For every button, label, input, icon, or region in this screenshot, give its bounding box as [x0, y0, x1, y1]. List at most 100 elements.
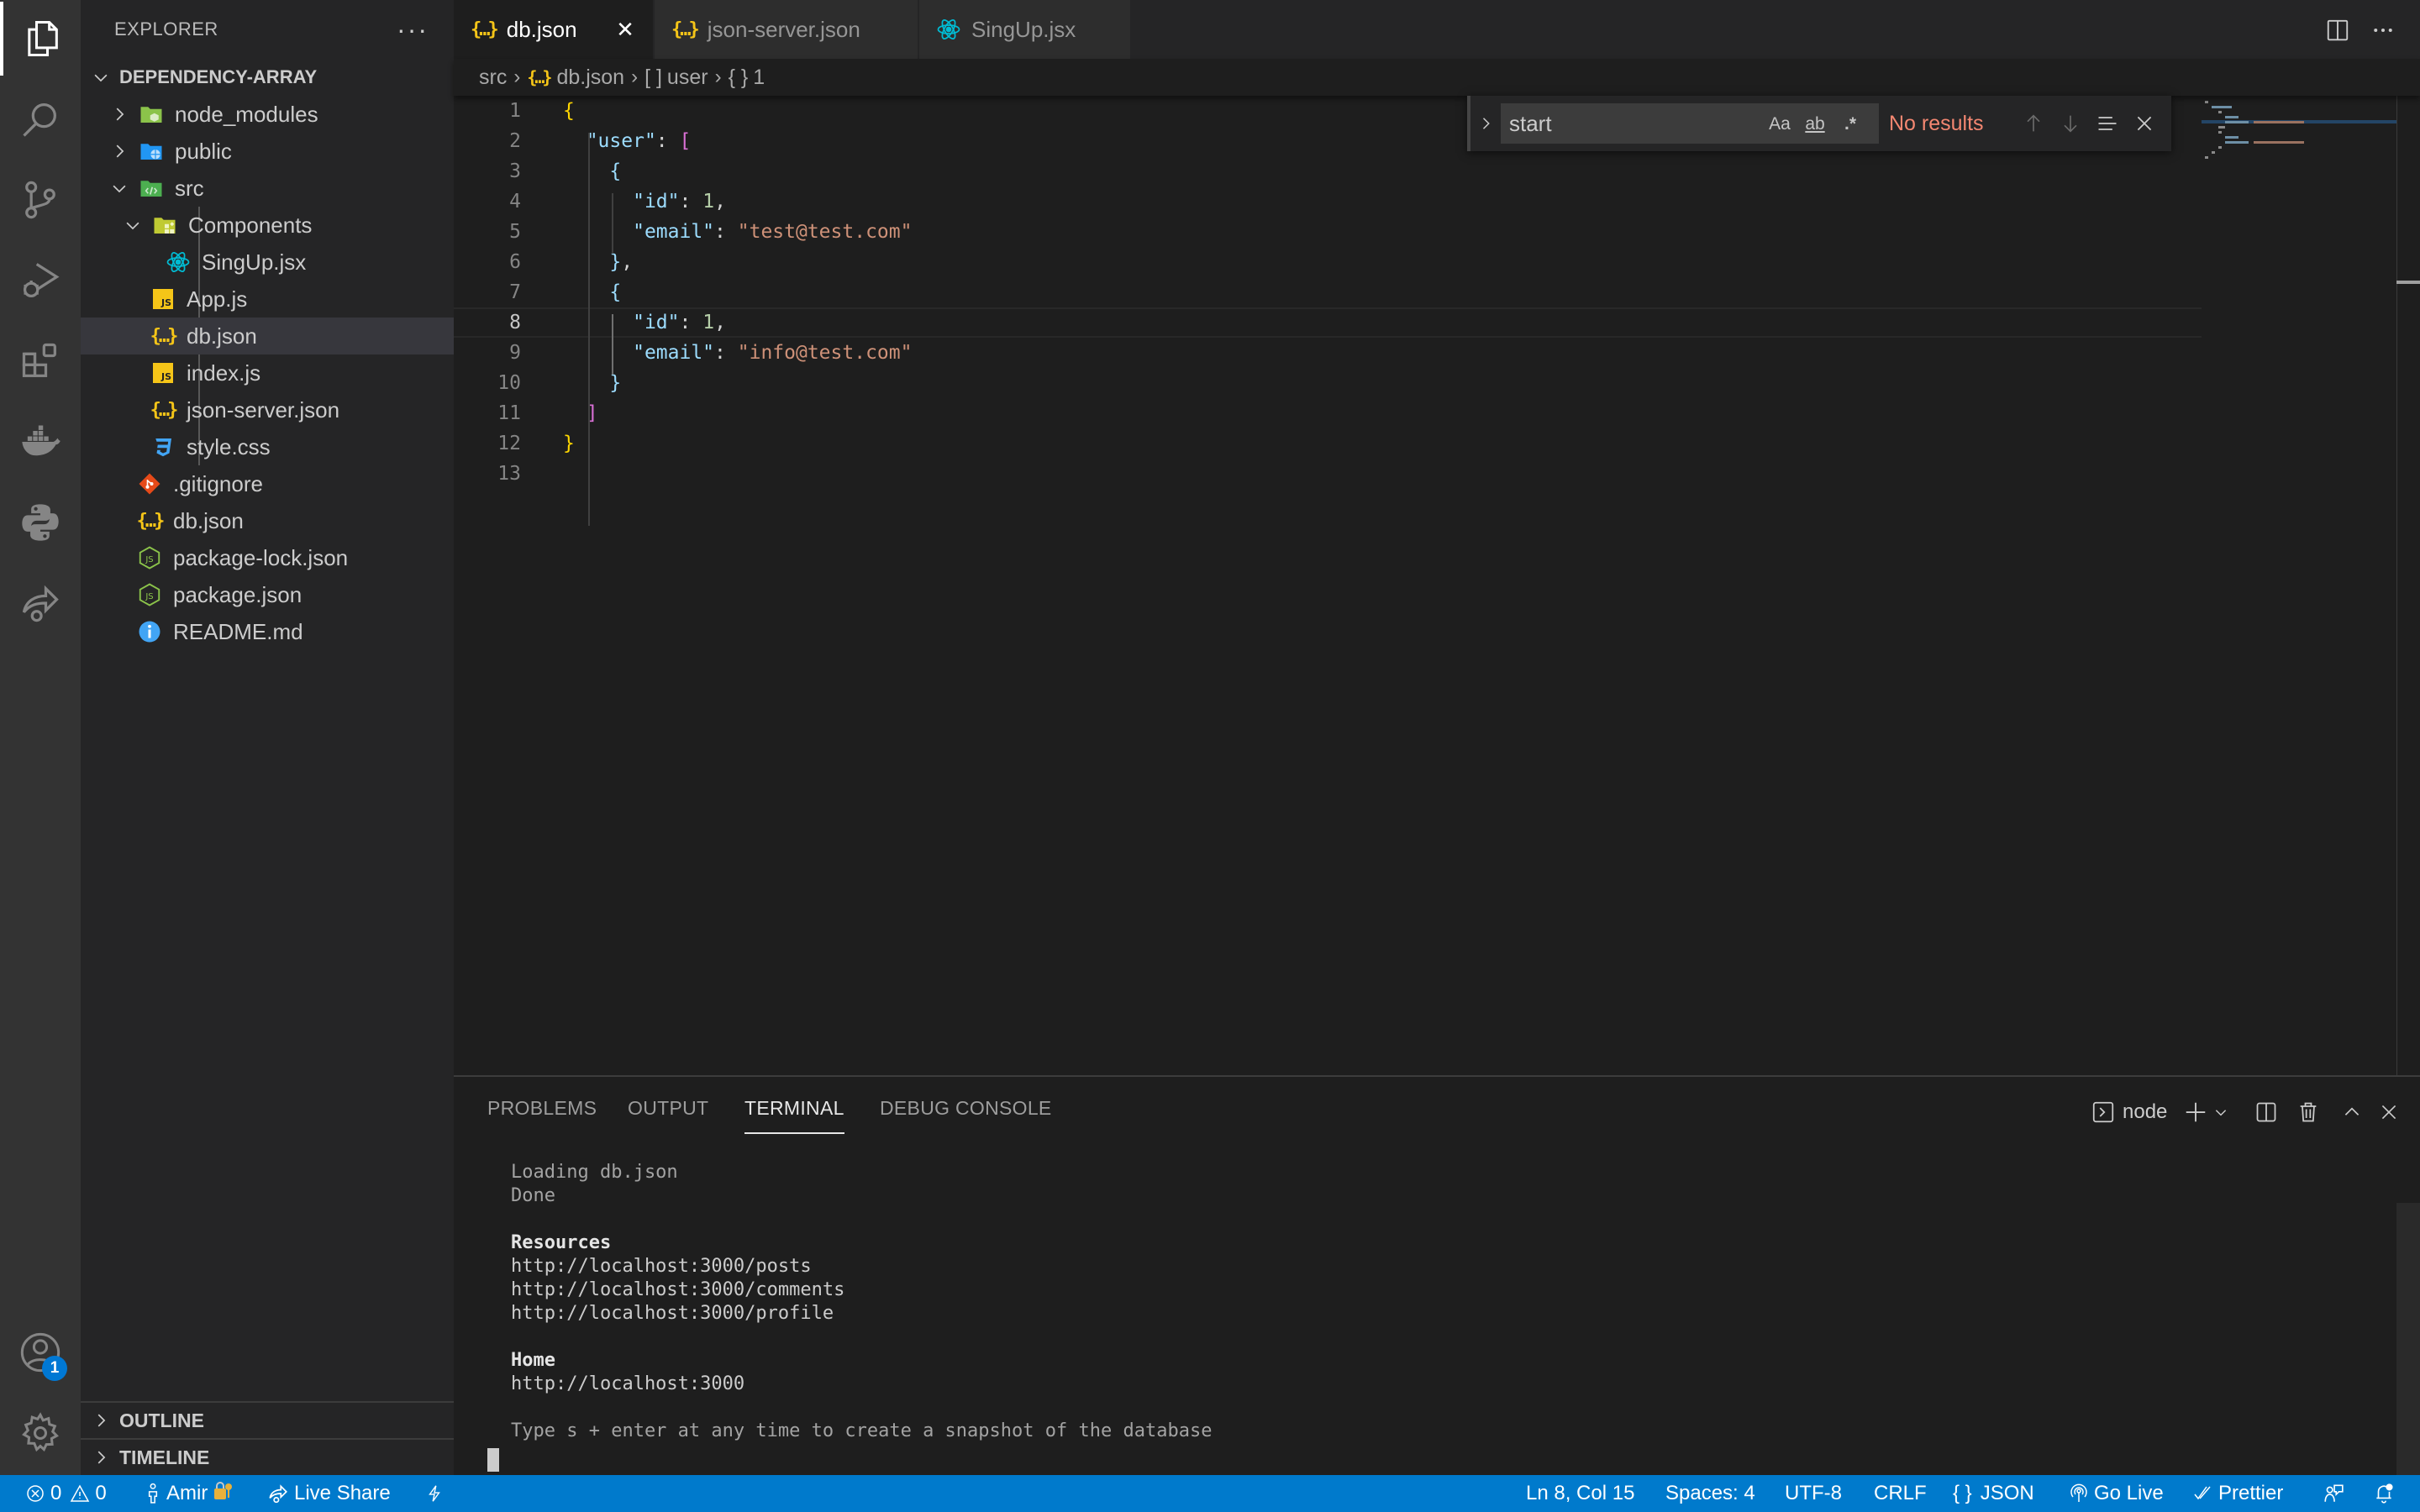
split-terminal-button[interactable] — [2252, 1095, 2281, 1129]
activity-live-share[interactable] — [0, 566, 81, 640]
code-line[interactable]: 8 "id": 1, — [454, 307, 2202, 338]
code-line[interactable]: 4 "id": 1, — [454, 186, 2202, 217]
activity-search[interactable] — [0, 82, 81, 156]
close-panel-button[interactable] — [2375, 1095, 2403, 1129]
activity-manage[interactable] — [0, 1396, 81, 1470]
more-actions-button[interactable] — [2368, 15, 2398, 45]
kill-terminal-button[interactable] — [2294, 1095, 2323, 1129]
eol-status[interactable]: CRLF — [1874, 1475, 1927, 1512]
tree-item-gitignore[interactable]: .gitignore — [81, 465, 454, 502]
activity-run-debug[interactable] — [0, 244, 81, 318]
minimap[interactable] — [2202, 96, 2403, 348]
terminal-scrollbar[interactable] — [2396, 1203, 2420, 1477]
breadcrumb-item[interactable]: 1 — [753, 66, 765, 90]
explorer-more-button[interactable]: ··· — [397, 14, 429, 45]
find-in-selection-button[interactable] — [2089, 105, 2126, 142]
go-live-button[interactable]: Go Live — [2069, 1475, 2164, 1512]
project-root[interactable]: DEPENDENCY-ARRAY — [81, 59, 454, 96]
live-share-status[interactable]: Live Share — [267, 1475, 391, 1512]
cursor-position[interactable]: Ln 8, Col 15 — [1526, 1475, 1634, 1512]
activity-python[interactable] — [0, 486, 81, 559]
next-match-button[interactable] — [2052, 105, 2089, 142]
encoding-status[interactable]: UTF-8 — [1785, 1475, 1842, 1512]
tree-item-package-lock-json[interactable]: JS package-lock.json — [81, 539, 454, 576]
explorer-sidebar: EXPLORER ··· DEPENDENCY-ARRAY node_modul… — [81, 0, 454, 1475]
close-tab-button[interactable]: ✕ — [613, 17, 638, 42]
code-line[interactable]: 6 }, — [454, 247, 2202, 277]
activity-extensions[interactable] — [0, 324, 81, 398]
notifications-button[interactable] — [2373, 1475, 2400, 1512]
breadcrumb-item[interactable]: user — [667, 66, 708, 90]
regex-toggle[interactable]: .* — [1837, 112, 1864, 137]
activity-explorer[interactable] — [0, 2, 81, 76]
outline-section[interactable]: OUTLINE — [81, 1401, 454, 1438]
language-status[interactable]: { } JSON — [1953, 1475, 2034, 1512]
code-line[interactable]: 5 "email": "test@test.com" — [454, 217, 2202, 247]
previous-match-button[interactable] — [2015, 105, 2052, 142]
new-terminal-button[interactable] — [2181, 1095, 2210, 1129]
tree-item-index-js[interactable]: JS index.js — [81, 354, 454, 391]
tree-item-style-css[interactable]: style.css — [81, 428, 454, 465]
breadcrumb-item[interactable]: db.json — [556, 66, 624, 90]
toggle-replace-button[interactable] — [1470, 113, 1501, 134]
code-line[interactable]: 11 ] — [454, 398, 2202, 428]
tree-item-db-json[interactable]: {…} db.json — [81, 502, 454, 539]
tree-item-package-json[interactable]: JS package.json — [81, 576, 454, 613]
minimap-line — [2254, 121, 2304, 123]
terminal-selector[interactable]: node — [2091, 1095, 2167, 1129]
account-status[interactable]: Amir — [145, 1475, 238, 1512]
tree-item-src-db-json[interactable]: {…} db.json — [81, 318, 454, 354]
tree-item-components[interactable]: Components — [81, 207, 454, 244]
active-indent-guide — [612, 314, 613, 375]
code-line[interactable]: 3 { — [454, 156, 2202, 186]
prettier-status[interactable]: Prettier — [2193, 1475, 2283, 1512]
tab-singup-jsx[interactable]: SingUp.jsx — [919, 0, 1131, 59]
json-icon: {…} — [150, 325, 179, 347]
tree-item-node-modules[interactable]: node_modules — [81, 96, 454, 133]
panel-tab-terminal[interactable]: TERMINAL — [744, 1097, 844, 1134]
activity-accounts[interactable]: 1 — [0, 1315, 81, 1389]
tab-json-server-json[interactable]: {…} json-server.json — [655, 0, 918, 59]
match-case-toggle[interactable]: Aa — [1766, 112, 1793, 137]
lightning-status[interactable] — [425, 1475, 449, 1512]
tree-item-app-js[interactable]: JS App.js — [81, 281, 454, 318]
split-editor-button[interactable] — [2323, 15, 2353, 45]
close-find-button[interactable] — [2126, 105, 2163, 142]
tab-db-json[interactable]: {…} db.json ✕ — [454, 0, 654, 59]
selection-icon — [2098, 117, 2117, 130]
code-text: "user": [ — [586, 130, 692, 152]
indentation-status[interactable]: Spaces: 4 — [1665, 1475, 1755, 1512]
line-number: 7 — [509, 281, 521, 303]
code-line[interactable]: 9 "email": "info@test.com" — [454, 338, 2202, 368]
find-input[interactable] — [1509, 110, 1761, 137]
line-number: 13 — [497, 463, 521, 485]
panel-tab-problems[interactable]: PROBLEMS — [487, 1097, 597, 1134]
activity-source-control[interactable] — [0, 163, 81, 237]
problems-status[interactable]: 0 0 — [25, 1475, 107, 1512]
code-line[interactable]: 13 — [454, 459, 2202, 489]
whole-word-toggle[interactable]: ab — [1802, 112, 1828, 137]
tree-item-singup-jsx[interactable]: SingUp.jsx — [81, 244, 454, 281]
code-text: }, — [609, 251, 634, 273]
editor-scrollbar[interactable] — [2396, 96, 2420, 1075]
feedback-button[interactable] — [2323, 1475, 2349, 1512]
code-editor[interactable]: 1{2 "user": [3 {4 "id": 1, 5 "email": "te… — [454, 96, 2420, 1075]
panel-tab-debug-console[interactable]: DEBUG CONSOLE — [880, 1097, 1052, 1134]
indent-guide — [588, 133, 590, 526]
scrollbar-cursor-marker — [2396, 281, 2420, 284]
tree-item-readme-md[interactable]: README.md — [81, 613, 454, 650]
maximize-panel-button[interactable] — [2338, 1095, 2366, 1129]
code-line[interactable]: 10 } — [454, 368, 2202, 398]
code-line[interactable]: 7 { — [454, 277, 2202, 307]
timeline-section[interactable]: TIMELINE — [81, 1438, 454, 1475]
tree-item-public[interactable]: public — [81, 133, 454, 170]
activity-docker[interactable] — [0, 405, 81, 479]
tree-item-json-server-json[interactable]: {…} json-server.json — [81, 391, 454, 428]
tree-item-src[interactable]: src — [81, 170, 454, 207]
terminal-output[interactable]: Loading db.json Done Resources http://local… — [511, 1161, 1212, 1443]
breadcrumb-item[interactable]: src — [479, 66, 507, 90]
python-icon — [22, 504, 59, 541]
code-line[interactable]: 12} — [454, 428, 2202, 459]
panel-tab-output[interactable]: OUTPUT — [628, 1097, 708, 1134]
terminal-profiles-dropdown[interactable] — [2212, 1095, 2230, 1129]
